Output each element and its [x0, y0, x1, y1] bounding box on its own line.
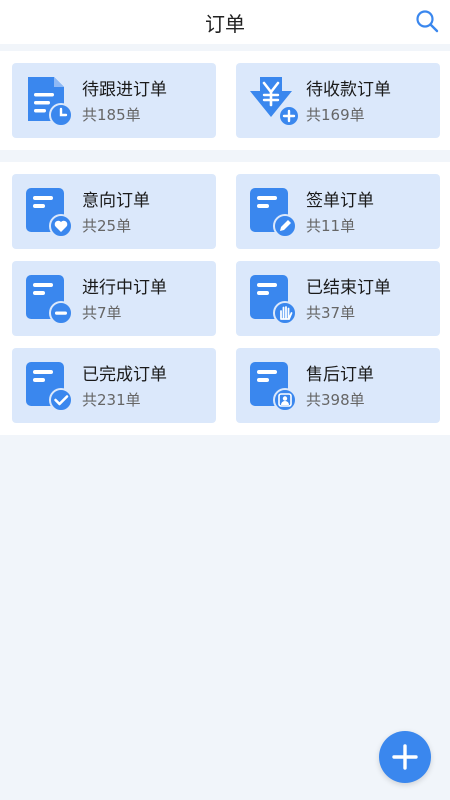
card-count: 共37单 [306, 304, 356, 322]
page-title: 订单 [205, 12, 245, 36]
minus-badge-icon [26, 275, 73, 325]
card-title: 进行中订单 [82, 278, 167, 298]
card-count: 共169单 [306, 106, 365, 124]
add-order-button[interactable] [379, 731, 431, 783]
card-title: 意向订单 [82, 191, 150, 211]
card-count: 共11单 [306, 217, 356, 235]
card-count: 共231单 [82, 391, 141, 409]
yuan-receive-icon [250, 77, 300, 127]
heart-badge-icon [26, 188, 73, 238]
plus-icon [392, 744, 418, 770]
search-icon [416, 10, 439, 33]
card-pending-payment[interactable]: 待收款订单 共169单 [236, 63, 440, 138]
card-count: 共185单 [82, 106, 141, 124]
hand-badge-icon [250, 275, 297, 325]
card-signed-orders[interactable]: 签单订单 共11单 [236, 174, 440, 249]
card-count: 共7单 [82, 304, 122, 322]
card-title: 已结束订单 [306, 278, 391, 298]
check-badge-icon [26, 362, 73, 412]
pen-badge-icon [250, 188, 297, 238]
card-in-progress-orders[interactable]: 进行中订单 共7单 [12, 261, 216, 336]
card-title: 已完成订单 [82, 365, 167, 385]
card-title: 售后订单 [306, 365, 374, 385]
card-title: 待收款订单 [306, 80, 391, 100]
card-after-sales-orders[interactable]: 售后订单 共398单 [236, 348, 440, 423]
document-clock-icon [28, 77, 73, 127]
card-intent-orders[interactable]: 意向订单 共25单 [12, 174, 216, 249]
card-title: 签单订单 [306, 191, 374, 211]
card-ended-orders[interactable]: 已结束订单 共37单 [236, 261, 440, 336]
card-completed-orders[interactable]: 已完成订单 共231单 [12, 348, 216, 423]
card-count: 共398单 [306, 391, 365, 409]
top-bar: 订单 [0, 0, 450, 44]
card-title: 待跟进订单 [82, 80, 167, 100]
person-badge-icon [250, 362, 297, 412]
card-pending-follow-up[interactable]: 待跟进订单 共185单 [12, 63, 216, 138]
summary-section: 待跟进订单 共185单 待收款订单 共169单 [0, 51, 450, 150]
search-button[interactable] [414, 8, 440, 34]
order-status-section: 意向订单 共25单 签单订单 共11单 进行中订单 共7单 已结束订单 共37单… [0, 162, 450, 435]
card-count: 共25单 [82, 217, 132, 235]
